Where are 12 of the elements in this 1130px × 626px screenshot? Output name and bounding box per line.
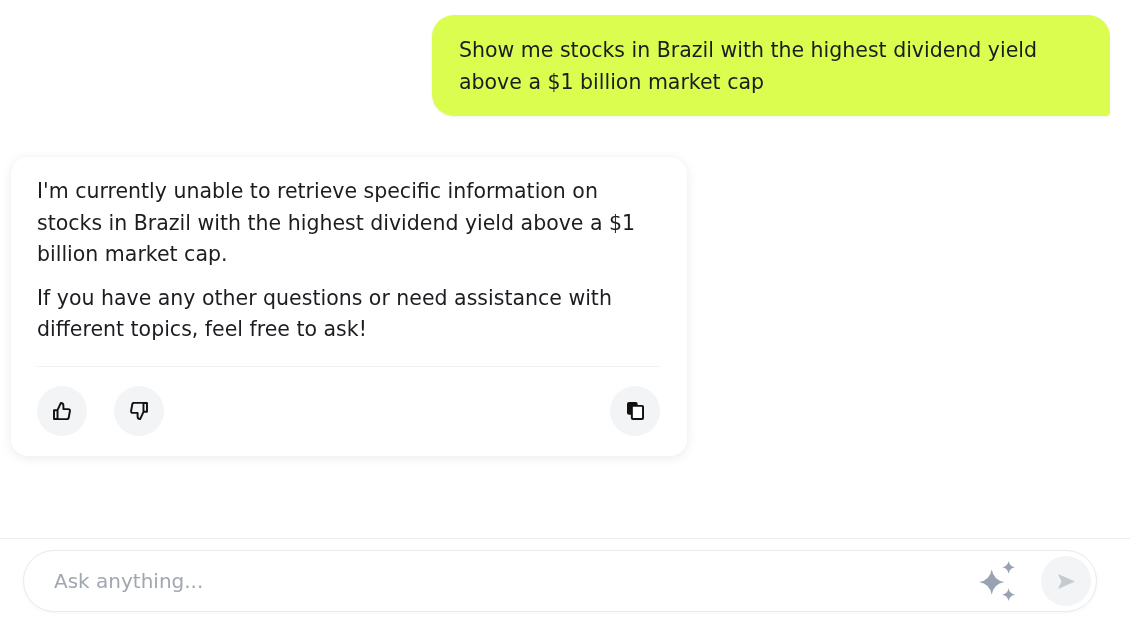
thumbs-up-icon (53, 401, 71, 420)
copy-button[interactable] (610, 385, 660, 436)
user-message-bubble: Show me stocks in Brazil with the highest dividend yield above a $1 billion market cap (432, 15, 1110, 116)
copy-icon (626, 401, 644, 420)
assistant-message-text: If you have any other questions or need assistance with different topics, feel free to ask! (37, 284, 613, 343)
send-arrow-icon (1057, 573, 1075, 589)
sparkle-icon[interactable] (979, 561, 1015, 601)
assistant-message-text: I'm currently unable to retrieve specific information on stocks in Brazil with the highest dividend yield above a $1 billion market cap. (37, 178, 637, 268)
thumbs-down-icon (130, 401, 148, 420)
dislike-button[interactable] (114, 385, 164, 436)
like-button[interactable] (37, 385, 87, 436)
message-input[interactable]: Ask anything... (23, 550, 1097, 612)
